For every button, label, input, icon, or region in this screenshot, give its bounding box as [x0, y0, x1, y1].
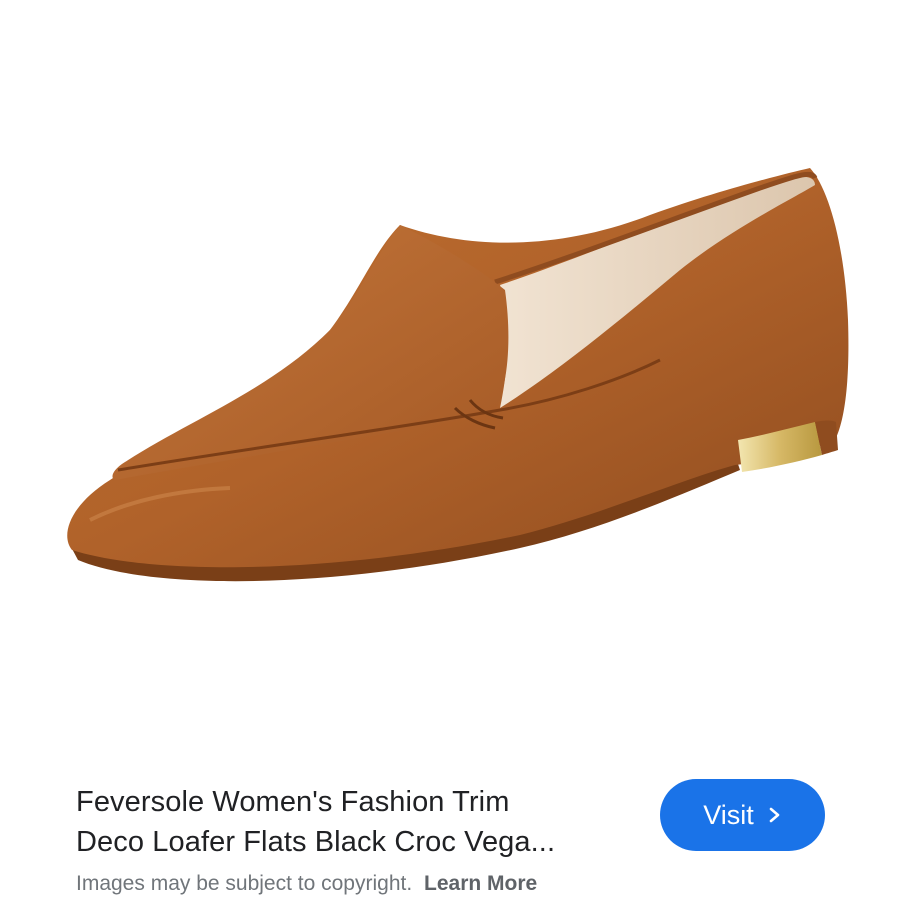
copyright-text: Images may be subject to copyright.	[76, 872, 413, 895]
copyright-notice: Images may be subject to copyright. Lear…	[76, 872, 537, 896]
learn-more-link[interactable]: Learn More	[424, 872, 537, 895]
loafer-shoe-illustration	[67, 168, 849, 582]
visit-button[interactable]: Visit	[660, 779, 825, 851]
product-title-line-1[interactable]: Feversole Women's Fashion Trim	[76, 782, 636, 822]
product-image[interactable]	[0, 0, 900, 760]
image-result-page: Feversole Women's Fashion Trim Deco Loaf…	[0, 0, 900, 900]
visit-button-label: Visit	[703, 799, 754, 830]
chevron-right-icon	[769, 807, 780, 823]
product-title[interactable]: Feversole Women's Fashion Trim Deco Loaf…	[76, 782, 636, 862]
product-title-line-2[interactable]: Deco Loafer Flats Black Croc Vega...	[76, 822, 636, 862]
